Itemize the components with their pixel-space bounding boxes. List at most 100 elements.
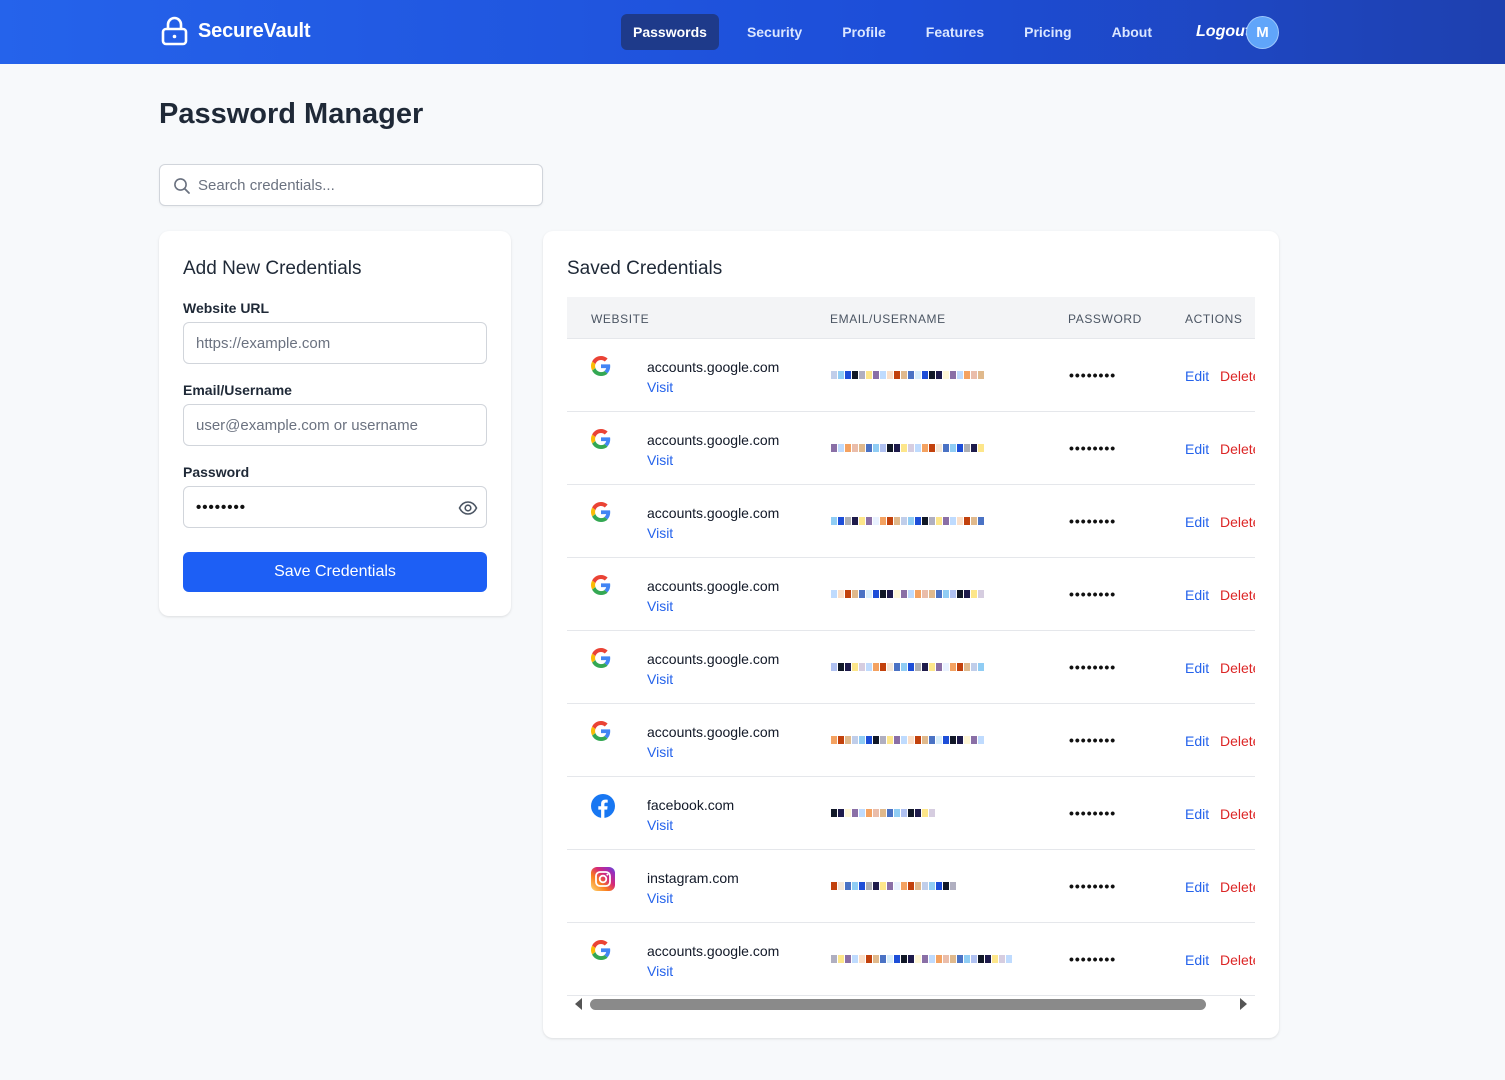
email-username-input[interactable] xyxy=(184,405,486,445)
row-password-masked: •••••••• xyxy=(1069,805,1117,821)
column-website: WEBSITE xyxy=(591,312,650,326)
brand[interactable]: SecureVault xyxy=(161,16,311,46)
google-icon xyxy=(591,356,615,380)
email-username-label: Email/Username xyxy=(183,382,292,398)
avatar[interactable]: M xyxy=(1246,16,1279,49)
row-password-masked: •••••••• xyxy=(1069,367,1117,383)
google-icon xyxy=(591,429,615,453)
add-credentials-title: Add New Credentials xyxy=(183,258,362,279)
facebook-icon xyxy=(591,794,615,818)
delete-button[interactable]: Delete xyxy=(1220,514,1255,530)
website-url-field xyxy=(183,322,487,364)
nav-about[interactable]: About xyxy=(1100,14,1164,50)
table-row: accounts.google.com Visit •••••••• Edit Dele… xyxy=(567,558,1255,631)
table-row: accounts.google.com Visit •••••••• Edit Dele… xyxy=(567,631,1255,704)
row-username-redacted xyxy=(831,882,957,892)
edit-button[interactable]: Edit xyxy=(1185,879,1209,895)
saved-credentials-title: Saved Credentials xyxy=(567,258,723,279)
table-row: accounts.google.com Visit •••••••• Edit Dele… xyxy=(567,339,1255,412)
row-website: instagram.com xyxy=(647,870,739,886)
edit-button[interactable]: Edit xyxy=(1185,806,1209,822)
visit-link[interactable]: Visit xyxy=(647,963,673,979)
delete-button[interactable]: Delete xyxy=(1220,587,1255,603)
edit-button[interactable]: Edit xyxy=(1185,368,1209,384)
table-header: WEBSITE EMAIL/USERNAME PASSWORD ACTIONS xyxy=(567,297,1255,339)
column-password: PASSWORD xyxy=(1068,312,1142,326)
edit-button[interactable]: Edit xyxy=(1185,733,1209,749)
website-url-input[interactable] xyxy=(184,323,486,363)
row-password-masked: •••••••• xyxy=(1069,878,1117,894)
delete-button[interactable]: Delete xyxy=(1220,368,1255,384)
row-username-redacted xyxy=(831,809,936,819)
page-title: Password Manager xyxy=(159,98,424,130)
row-username-redacted xyxy=(831,590,985,600)
row-website: accounts.google.com xyxy=(647,505,780,521)
visit-link[interactable]: Visit xyxy=(647,744,673,760)
delete-button[interactable]: Delete xyxy=(1220,441,1255,457)
top-nav-bar: SecureVault Passwords Security Profile F… xyxy=(0,0,1505,64)
row-password-masked: •••••••• xyxy=(1069,440,1117,456)
row-website: accounts.google.com xyxy=(647,651,780,667)
row-website: accounts.google.com xyxy=(647,943,780,959)
table-row: accounts.google.com Visit •••••••• Edit Dele… xyxy=(567,923,1255,996)
eye-icon[interactable] xyxy=(458,498,478,523)
search-box xyxy=(159,164,543,206)
table-row: instagram.com Visit •••••••• Edit Delete xyxy=(567,850,1255,923)
password-field xyxy=(183,486,487,528)
nav-security[interactable]: Security xyxy=(735,14,814,50)
visit-link[interactable]: Visit xyxy=(647,525,673,541)
row-password-masked: •••••••• xyxy=(1069,659,1117,675)
row-website: accounts.google.com xyxy=(647,359,780,375)
lock-icon xyxy=(161,16,188,46)
delete-button[interactable]: Delete xyxy=(1220,879,1255,895)
edit-button[interactable]: Edit xyxy=(1185,441,1209,457)
edit-button[interactable]: Edit xyxy=(1185,514,1209,530)
delete-button[interactable]: Delete xyxy=(1220,952,1255,968)
password-input[interactable] xyxy=(184,487,486,527)
website-url-label: Website URL xyxy=(183,300,270,316)
edit-button[interactable]: Edit xyxy=(1185,952,1209,968)
google-icon xyxy=(591,575,615,599)
instagram-icon xyxy=(591,867,615,891)
email-username-field xyxy=(183,404,487,446)
delete-button[interactable]: Delete xyxy=(1220,660,1255,676)
google-icon xyxy=(591,502,615,526)
row-website: accounts.google.com xyxy=(647,578,780,594)
table-row: facebook.com Visit •••••••• Edit Delete xyxy=(567,777,1255,850)
nav-profile[interactable]: Profile xyxy=(830,14,898,50)
column-email-username: EMAIL/USERNAME xyxy=(830,312,946,326)
visit-link[interactable]: Visit xyxy=(647,379,673,395)
visit-link[interactable]: Visit xyxy=(647,452,673,468)
visit-link[interactable]: Visit xyxy=(647,598,673,614)
row-username-redacted xyxy=(831,736,985,746)
delete-button[interactable]: Delete xyxy=(1220,733,1255,749)
nav-pricing[interactable]: Pricing xyxy=(1012,14,1083,50)
search-input[interactable] xyxy=(198,165,538,205)
edit-button[interactable]: Edit xyxy=(1185,587,1209,603)
visit-link[interactable]: Visit xyxy=(647,671,673,687)
save-credentials-button[interactable]: Save Credentials xyxy=(183,552,487,592)
nav-features[interactable]: Features xyxy=(914,14,996,50)
google-icon xyxy=(591,721,615,745)
main-nav: Passwords Security Profile Features Pric… xyxy=(621,14,1278,50)
row-website: accounts.google.com xyxy=(647,432,780,448)
visit-link[interactable]: Visit xyxy=(647,817,673,833)
edit-button[interactable]: Edit xyxy=(1185,660,1209,676)
delete-button[interactable]: Delete xyxy=(1220,806,1255,822)
row-username-redacted xyxy=(831,371,985,381)
nav-passwords[interactable]: Passwords xyxy=(621,14,719,50)
scroll-left-arrow-icon[interactable] xyxy=(575,998,582,1010)
search-icon xyxy=(173,177,191,200)
table-row: accounts.google.com Visit •••••••• Edit Dele… xyxy=(567,412,1255,485)
horizontal-scrollbar[interactable] xyxy=(567,995,1255,1013)
google-icon xyxy=(591,648,615,672)
visit-link[interactable]: Visit xyxy=(647,890,673,906)
row-username-redacted xyxy=(831,955,1013,965)
row-password-masked: •••••••• xyxy=(1069,951,1117,967)
row-username-redacted xyxy=(831,517,985,527)
google-icon xyxy=(591,940,615,964)
row-username-redacted xyxy=(831,444,985,454)
scroll-right-arrow-icon[interactable] xyxy=(1240,998,1247,1010)
row-password-masked: •••••••• xyxy=(1069,513,1117,529)
scrollbar-thumb[interactable] xyxy=(590,999,1206,1010)
